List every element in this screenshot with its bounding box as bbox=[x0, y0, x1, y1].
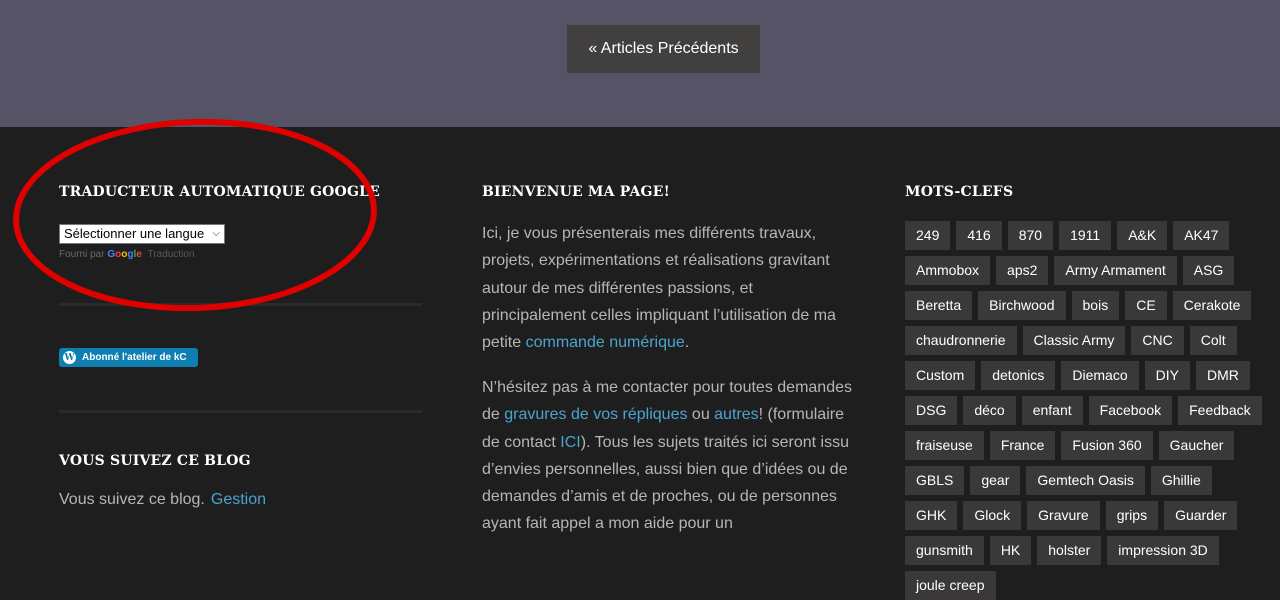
tag-cloud: 249 416 870 1911 A&K AK47 Ammobox aps2 Army Arma… bbox=[905, 221, 1265, 600]
tag-link[interactable]: Glock bbox=[963, 501, 1022, 530]
tag-link[interactable]: 870 bbox=[1007, 221, 1054, 250]
google-logo: Google bbox=[107, 249, 142, 260]
tag-link[interactable]: Guarder bbox=[1164, 501, 1238, 530]
language-select-value: Sélectionner une langue bbox=[64, 226, 205, 241]
tag-link[interactable]: Ghillie bbox=[1150, 466, 1212, 495]
tags-widget-title: MOTS-CLEFS bbox=[905, 184, 1014, 200]
tag-link[interactable]: bois bbox=[1071, 291, 1120, 320]
pagination-band: « Articles Précédents bbox=[0, 0, 1280, 127]
tag-link[interactable]: Diemaco bbox=[1061, 361, 1139, 390]
tag-link[interactable]: Colt bbox=[1189, 326, 1237, 355]
welcome-text: ou bbox=[687, 406, 715, 424]
tag-link[interactable]: CE bbox=[1125, 291, 1167, 320]
tag-link[interactable]: fraiseuse bbox=[905, 431, 984, 460]
tag-link[interactable]: DIY bbox=[1144, 361, 1190, 390]
tag-link[interactable]: Ammobox bbox=[905, 256, 991, 285]
tag-link[interactable]: detonics bbox=[981, 361, 1056, 390]
tag-link[interactable]: Cerakote bbox=[1172, 291, 1252, 320]
tag-link[interactable]: HK bbox=[989, 536, 1032, 565]
widget-divider bbox=[59, 410, 422, 413]
tag-link[interactable]: Facebook bbox=[1088, 396, 1173, 425]
follow-status-text: Vous suivez ce blog. bbox=[59, 491, 205, 508]
tag-link[interactable]: AK47 bbox=[1173, 221, 1230, 250]
tag-link[interactable]: aps2 bbox=[996, 256, 1049, 285]
translation-link[interactable]: Traduction bbox=[148, 249, 195, 260]
follow-status: Vous suivez ce blog. Gestion bbox=[59, 491, 266, 509]
wordpress-icon: W bbox=[63, 351, 76, 364]
tag-link[interactable]: gear bbox=[970, 466, 1021, 495]
translator-widget-title: TRADUCTEUR AUTOMATIQUE GOOGLE bbox=[59, 184, 381, 200]
previous-articles-button[interactable]: « Articles Précédents bbox=[567, 25, 760, 73]
tag-link[interactable]: 416 bbox=[956, 221, 1002, 250]
follow-widget-title: VOUS SUIVEZ CE BLOG bbox=[59, 453, 251, 469]
chevron-down-icon: ⌵ bbox=[212, 228, 220, 239]
tag-link[interactable]: grips bbox=[1105, 501, 1159, 530]
tag-link[interactable]: GBLS bbox=[905, 466, 965, 495]
tag-link[interactable]: A&K bbox=[1117, 221, 1168, 250]
tag-link[interactable]: Fusion 360 bbox=[1061, 431, 1153, 460]
contact-link[interactable]: ICI bbox=[560, 434, 580, 451]
manage-link[interactable]: Gestion bbox=[211, 491, 266, 508]
cnc-link[interactable]: commande numérique bbox=[526, 334, 685, 351]
tag-link[interactable]: enfant bbox=[1021, 396, 1083, 425]
welcome-text: . bbox=[684, 334, 690, 352]
tag-link[interactable]: CNC bbox=[1131, 326, 1184, 355]
tag-link[interactable]: Gemtech Oasis bbox=[1026, 466, 1145, 495]
tag-link[interactable]: Custom bbox=[905, 361, 976, 390]
welcome-widget-title: BIENVENUE MA PAGE! bbox=[482, 184, 670, 200]
engraving-link[interactable]: gravures de vos répliques bbox=[504, 406, 687, 423]
follow-blog-button[interactable]: W Abonné l'atelier de kC bbox=[59, 348, 198, 367]
powered-by-label: Fourni par bbox=[59, 249, 105, 260]
tag-link[interactable]: Gravure bbox=[1027, 501, 1100, 530]
tag-link[interactable]: Classic Army bbox=[1022, 326, 1126, 355]
welcome-text: Ici, je vous présenterais mes différents… bbox=[482, 225, 836, 352]
tag-link[interactable]: France bbox=[989, 431, 1056, 460]
widget-divider bbox=[59, 303, 422, 306]
tag-link[interactable]: DMR bbox=[1195, 361, 1250, 390]
tag-link[interactable]: chaudronnerie bbox=[905, 326, 1017, 355]
tag-link[interactable]: holster bbox=[1037, 536, 1102, 565]
tag-link[interactable]: GHK bbox=[905, 501, 958, 530]
tag-link[interactable]: ASG bbox=[1182, 256, 1235, 285]
follow-button-label: Abonné l'atelier de kC bbox=[82, 352, 187, 363]
other-link[interactable]: autres bbox=[714, 406, 758, 423]
tag-link[interactable]: DSG bbox=[905, 396, 958, 425]
tag-link[interactable]: 1911 bbox=[1059, 221, 1112, 250]
tag-link[interactable]: Gaucher bbox=[1158, 431, 1235, 460]
tag-link[interactable]: Birchwood bbox=[978, 291, 1066, 320]
tag-link[interactable]: déco bbox=[963, 396, 1016, 425]
tag-link[interactable]: 249 bbox=[905, 221, 951, 250]
tag-link[interactable]: Army Armament bbox=[1054, 256, 1177, 285]
welcome-paragraph-1: Ici, je vous présenterais mes différents… bbox=[482, 220, 854, 356]
powered-by-google: Fourni par Google Traduction bbox=[59, 249, 194, 260]
welcome-paragraph-2: N’hésitez pas à me contacter pour toutes… bbox=[482, 374, 854, 538]
tag-link[interactable]: Feedback bbox=[1178, 396, 1262, 425]
tag-link[interactable]: joule creep bbox=[905, 571, 996, 600]
tag-link[interactable]: Beretta bbox=[905, 291, 973, 320]
tag-link[interactable]: gunsmith bbox=[905, 536, 984, 565]
language-select[interactable]: Sélectionner une langue ⌵ bbox=[59, 224, 225, 244]
tag-link[interactable]: impression 3D bbox=[1107, 536, 1219, 565]
